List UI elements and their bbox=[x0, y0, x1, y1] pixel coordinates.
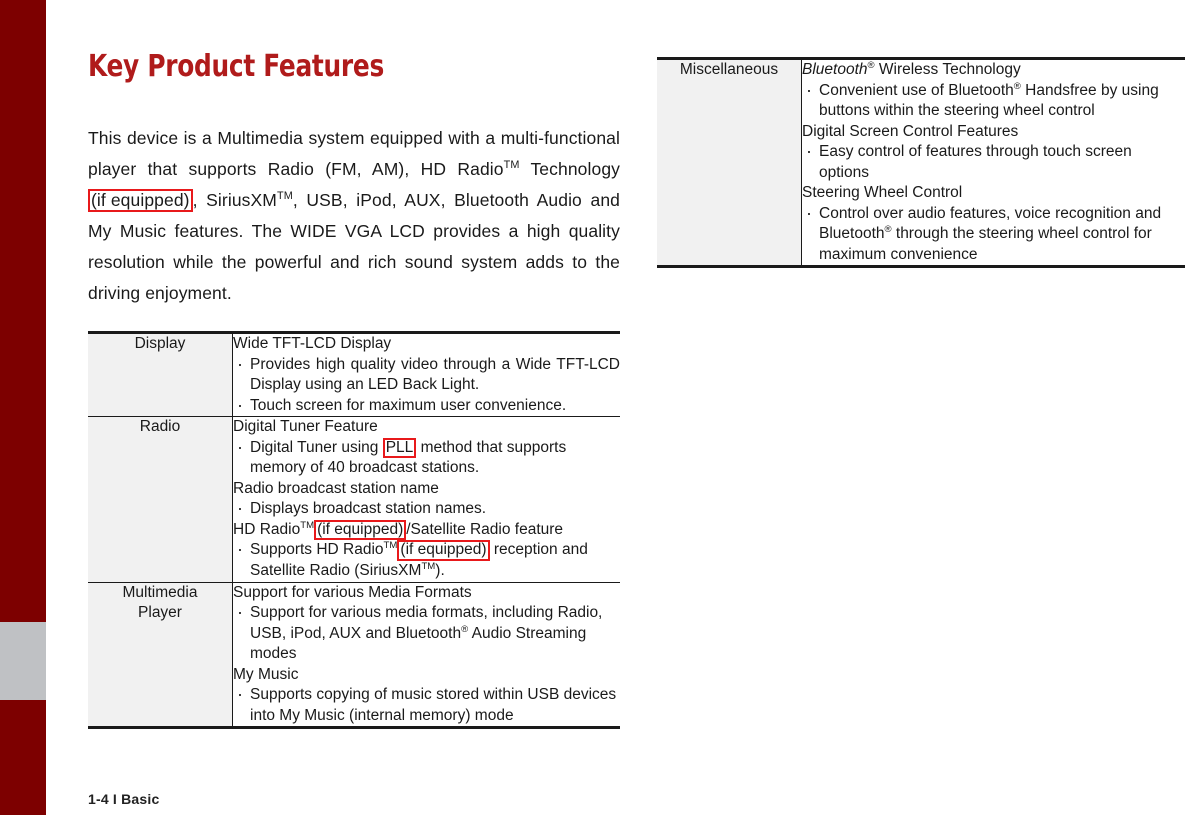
row-body-multimedia-player: Support for various Media Formats Suppor… bbox=[232, 581, 620, 728]
row-label-radio: Radio bbox=[88, 416, 233, 583]
group-heading: Digital Screen Control Features bbox=[802, 122, 1019, 140]
page-footer: 1-4 I Basic bbox=[88, 791, 160, 807]
heading-text-post: /Satellite Radio feature bbox=[406, 520, 564, 538]
row-body-display: Wide TFT-LCD Display Provides high quali… bbox=[233, 333, 620, 417]
group-heading: Digital Tuner Feature bbox=[233, 418, 378, 435]
page-title: Key Product Features bbox=[88, 49, 384, 84]
heading-text-pre: HD Radio bbox=[233, 520, 301, 538]
marker-if-equipped: (if equipped) bbox=[88, 189, 193, 212]
group-heading: Support for various Media Formats bbox=[233, 583, 472, 601]
bullet-text-end: ). bbox=[435, 562, 445, 580]
row-label-line2: Player bbox=[138, 603, 182, 621]
right-column: Miscellaneous Bluetooth® Wireless Techno… bbox=[657, 57, 1185, 268]
table-row: Display Wide TFT-LCD Display Provides hi… bbox=[88, 332, 620, 417]
list-item: Digital Tuner using PLL method that supp… bbox=[233, 436, 620, 479]
table-row: Multimedia Player Support for various Me… bbox=[88, 581, 620, 728]
row-label-display: Display bbox=[88, 332, 233, 417]
edge-bar-segment-red-top bbox=[0, 0, 46, 622]
intro-paragraph: This device is a Multimedia system equip… bbox=[88, 123, 620, 309]
list-item: Control over audio features, voice recog… bbox=[802, 203, 1185, 266]
row-body-miscellaneous: Bluetooth® Wireless Technology Convenien… bbox=[802, 59, 1185, 267]
bullet-list: Support for various media formats, inclu… bbox=[233, 602, 620, 665]
heading-bluetooth-italic: Bluetooth bbox=[802, 61, 868, 78]
marker-pll: PLL bbox=[382, 437, 417, 459]
group-heading: Steering Wheel Control bbox=[802, 184, 963, 201]
trademark-symbol: TM bbox=[421, 561, 436, 573]
group-heading: HD RadioTM (if equipped)/Satellite Radio … bbox=[233, 519, 620, 541]
list-item: Support for various media formats, inclu… bbox=[233, 602, 620, 665]
bullet-list: Supports copying of music stored within … bbox=[233, 684, 620, 726]
intro-text-part2: Technology bbox=[519, 159, 620, 179]
bullet-list: Supports HD RadioTM(if equipped) recepti… bbox=[233, 539, 620, 581]
list-item: Supports copying of music stored within … bbox=[233, 684, 620, 726]
row-label-multimedia-player: Multimedia Player bbox=[88, 581, 233, 728]
trademark-symbol: TM bbox=[300, 519, 315, 531]
trademark-symbol: TM bbox=[503, 159, 520, 172]
bullet-list: Displays broadcast station names. bbox=[233, 498, 620, 520]
bullet-list: Digital Tuner using PLL method that supp… bbox=[233, 436, 620, 479]
list-item: Easy control of features through touch s… bbox=[802, 141, 1185, 183]
group-heading: My Music bbox=[233, 665, 299, 683]
table-row: Radio Digital Tuner Feature Digital Tune… bbox=[88, 416, 620, 583]
bullet-list: Convenient use of Bluetooth® Handsfree b… bbox=[802, 80, 1185, 122]
group-heading: Radio broadcast station name bbox=[233, 479, 439, 497]
table-row: Miscellaneous Bluetooth® Wireless Techno… bbox=[657, 58, 1185, 267]
left-feature-table: Display Wide TFT-LCD Display Provides hi… bbox=[88, 331, 620, 730]
bullet-text-pre: Digital Tuner using bbox=[250, 438, 383, 456]
row-label-line1: Multimedia bbox=[122, 583, 198, 601]
registered-symbol: ® bbox=[884, 223, 892, 235]
heading-text-rest: Wireless Technology bbox=[874, 61, 1021, 78]
group-heading: Bluetooth® Wireless Technology bbox=[802, 60, 1185, 81]
list-item: Displays broadcast station names. bbox=[233, 498, 620, 520]
decorative-edge-bar bbox=[0, 0, 46, 815]
registered-symbol: ® bbox=[867, 59, 875, 71]
bullet-text-pre: Convenient use of Bluetooth bbox=[819, 81, 1014, 99]
list-item: Supports HD RadioTM(if equipped) recepti… bbox=[233, 539, 620, 581]
page-content: Key Product Features This device is a Mu… bbox=[46, 0, 1185, 815]
list-item: Provides high quality video through a Wi… bbox=[233, 354, 620, 396]
registered-symbol: ® bbox=[1013, 80, 1021, 92]
marker-if-equipped: (if equipped) bbox=[397, 540, 490, 562]
edge-bar-segment-gray bbox=[0, 622, 46, 700]
trademark-symbol: TM bbox=[383, 540, 398, 552]
left-column: Key Product Features This device is a Mu… bbox=[88, 49, 620, 730]
bullet-list: Control over audio features, voice recog… bbox=[802, 203, 1185, 266]
list-item: Touch screen for maximum user convenienc… bbox=[233, 395, 620, 417]
bullet-list: Provides high quality video through a Wi… bbox=[233, 354, 620, 417]
intro-text-part3: , SiriusXM bbox=[192, 190, 277, 210]
bullet-text-pre: Supports HD Radio bbox=[250, 541, 384, 559]
edge-bar-segment-red-bottom bbox=[0, 700, 46, 815]
right-feature-table: Miscellaneous Bluetooth® Wireless Techno… bbox=[657, 57, 1185, 268]
list-item: Convenient use of Bluetooth® Handsfree b… bbox=[802, 80, 1185, 122]
trademark-symbol: TM bbox=[276, 190, 293, 203]
row-body-radio: Digital Tuner Feature Digital Tuner usin… bbox=[232, 416, 620, 583]
marker-if-equipped: (if equipped) bbox=[314, 519, 407, 541]
row-label-miscellaneous: Miscellaneous bbox=[657, 58, 802, 267]
group-heading: Wide TFT-LCD Display bbox=[233, 335, 392, 352]
bullet-list: Easy control of features through touch s… bbox=[802, 141, 1185, 183]
